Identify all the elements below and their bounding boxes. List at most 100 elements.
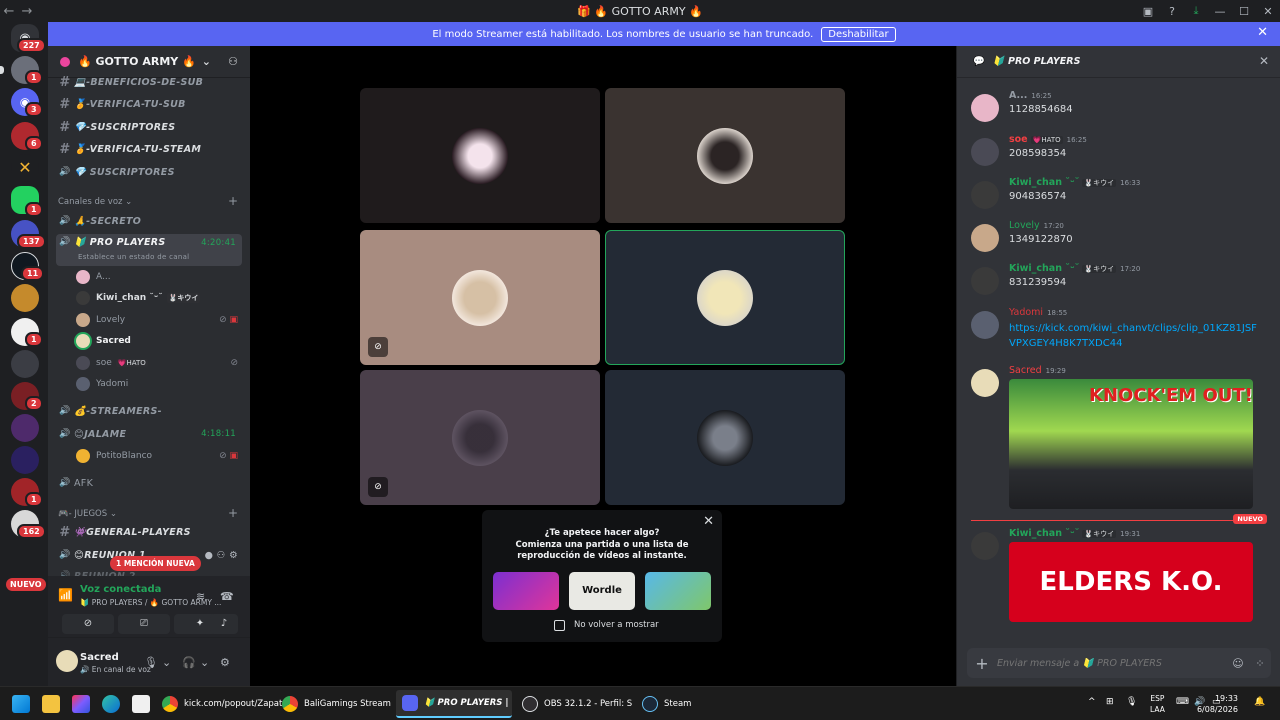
- dont-show-label[interactable]: No volver a mostrar: [574, 620, 659, 630]
- channel-actions[interactable]: ● ⚇ ⚙: [205, 550, 238, 561]
- participant-tile[interactable]: [605, 370, 845, 505]
- message-input[interactable]: [997, 657, 1227, 669]
- soundboard-button[interactable]: ♪: [210, 614, 238, 634]
- edge-icon[interactable]: [102, 695, 120, 713]
- voice-status[interactable]: Voz conectada: [80, 584, 161, 595]
- camera-button[interactable]: ⊘: [62, 614, 114, 634]
- dont-show-checkbox[interactable]: [554, 620, 565, 631]
- add-member-icon[interactable]: ⚇: [228, 55, 238, 68]
- help-icon[interactable]: ?: [1160, 5, 1184, 18]
- voice-channel-active[interactable]: 🔊 🔰 PRO PLAYERS 4:20:41 Establece un est…: [56, 234, 242, 266]
- voice-channel[interactable]: 🔊 😊JALAME 4:18:11: [56, 424, 242, 444]
- close-chat-icon[interactable]: ✕: [1259, 54, 1269, 68]
- add-channel-icon[interactable]: +: [228, 194, 238, 208]
- taskbar-app[interactable]: kick.com/popout/Zapat: [156, 690, 282, 718]
- emoji-icon[interactable]: ☺: [1227, 657, 1249, 670]
- text-channel[interactable]: # 💎-SUSCRIPTORES: [56, 117, 242, 137]
- close-window-icon[interactable]: ✕: [1256, 5, 1280, 18]
- server-icon[interactable]: [11, 284, 39, 312]
- disconnect-icon[interactable]: ☎: [220, 590, 234, 603]
- input-language[interactable]: ESP LAA: [1150, 693, 1165, 715]
- chevron-down-icon[interactable]: ⌄: [200, 656, 209, 669]
- close-icon[interactable]: ✕: [703, 514, 714, 529]
- taskbar-app[interactable]: Steam: [636, 690, 716, 718]
- voice-user[interactable]: A...: [76, 267, 242, 287]
- avatar[interactable]: [971, 369, 999, 397]
- voice-user[interactable]: PotitoBlanco ⊘ ▣: [76, 446, 242, 466]
- avatar[interactable]: [971, 94, 999, 122]
- image-attachment[interactable]: KNOCK'EM OUT!: [1009, 379, 1253, 509]
- show-hidden-icons-icon[interactable]: ^: [1088, 697, 1096, 707]
- add-channel-icon[interactable]: +: [228, 506, 238, 520]
- taskbar-app[interactable]: BaliGamings Stream - W: [276, 690, 392, 718]
- avatar[interactable]: [971, 224, 999, 252]
- channel-status-hint[interactable]: Establece un estado de canal: [78, 253, 189, 261]
- store-icon[interactable]: [132, 695, 150, 713]
- disable-streamer-button[interactable]: Deshabilitar: [821, 26, 896, 42]
- participant-tile[interactable]: ⊘: [360, 230, 600, 365]
- voice-channel[interactable]: 🔊 🙏-SECRETO: [56, 211, 242, 231]
- notifications-icon[interactable]: 🔔: [1254, 697, 1265, 707]
- avatar[interactable]: [971, 181, 999, 209]
- author[interactable]: Kiwi_chan ˘ᵕ˘ 🐰キウイ 17:20: [1009, 263, 1140, 274]
- clock[interactable]: 19:33 6/08/2026: [1197, 693, 1238, 715]
- avatar[interactable]: [971, 532, 999, 560]
- author[interactable]: Kiwi_chan ˘ᵕ˘ 🐰キウイ 16:33: [1009, 177, 1140, 188]
- new-mention-pill[interactable]: 1 MENCIÓN NUEVA: [110, 556, 201, 571]
- participant-tile[interactable]: ⊘: [360, 370, 600, 505]
- avatar[interactable]: [56, 650, 78, 672]
- voice-channel[interactable]: 🔊 💎 SUSCRIPTORES: [56, 162, 242, 182]
- voice-user[interactable]: Sacred: [76, 331, 242, 351]
- copilot-icon[interactable]: [72, 695, 90, 713]
- close-banner-icon[interactable]: ✕: [1257, 25, 1268, 40]
- noise-suppression-icon[interactable]: ≋: [196, 590, 205, 603]
- activity-card-farm[interactable]: [645, 572, 711, 610]
- network-icon[interactable]: ⌨: [1176, 697, 1189, 707]
- voice-channel[interactable]: 🔊 AFK: [56, 473, 242, 493]
- minimize-icon[interactable]: —: [1208, 5, 1232, 18]
- avatar[interactable]: [971, 267, 999, 295]
- server-icon[interactable]: [11, 350, 39, 378]
- author[interactable]: soe 💗HATO 16:25: [1009, 134, 1087, 145]
- taskbar-app[interactable]: OBS 32.1.2 - Perfil: Sin Tí: [516, 690, 632, 718]
- participant-tile[interactable]: [360, 88, 600, 223]
- activity-card-wordle[interactable]: Wordle: [569, 572, 635, 610]
- text-channel[interactable]: # 🏅-VERIFICA-TU-SUB: [56, 94, 242, 114]
- new-servers-pill[interactable]: NUEVO: [6, 578, 46, 591]
- inbox-icon[interactable]: ▣: [1136, 5, 1160, 18]
- taskbar-app-discord[interactable]: 🔰 PRO PLAYERS | 🔥: [396, 690, 512, 718]
- forward-arrow-icon[interactable]: →: [18, 4, 36, 19]
- server-icon[interactable]: [11, 414, 39, 442]
- tray-app-icon[interactable]: ⊞: [1106, 697, 1114, 707]
- chevron-down-icon[interactable]: ⌄: [162, 656, 171, 669]
- avatar[interactable]: [971, 138, 999, 166]
- maximize-icon[interactable]: ☐: [1232, 5, 1256, 18]
- voice-user[interactable]: Lovely ⊘ ▣: [76, 310, 242, 330]
- participant-tile-speaking[interactable]: [605, 230, 845, 365]
- author[interactable]: Kiwi_chan ˘ᵕ˘ 🐰キウイ 19:31: [1009, 528, 1140, 539]
- voice-user[interactable]: soe 💗HATO ⊘: [76, 353, 242, 373]
- text-channel[interactable]: # 💻-BENEFICIOS-DE-SUB: [56, 72, 242, 92]
- microphone-icon[interactable]: 🎙: [144, 656, 158, 669]
- user-name[interactable]: Sacred: [80, 652, 119, 663]
- author[interactable]: Lovely 17:20: [1009, 220, 1064, 231]
- author[interactable]: Yadomi 18:55: [1009, 307, 1067, 318]
- participant-tile[interactable]: [605, 88, 845, 223]
- server-icon[interactable]: [11, 446, 39, 474]
- file-explorer-icon[interactable]: [42, 695, 60, 713]
- start-icon[interactable]: [12, 695, 30, 713]
- add-attachment-icon[interactable]: +: [967, 654, 997, 673]
- voice-channel[interactable]: 🔊 💰-STREAMERS-: [56, 401, 242, 421]
- category-voice[interactable]: Canales de voz ⌄: [58, 197, 132, 207]
- voice-user[interactable]: Kiwi_chan ˘ᵕ˘ 🐰キウイ: [76, 288, 242, 308]
- image-attachment[interactable]: ELDERS K.O.: [1009, 542, 1253, 622]
- back-arrow-icon[interactable]: ←: [0, 4, 18, 19]
- activity-card-game[interactable]: [493, 572, 559, 610]
- category-games[interactable]: 🎮- JUEGOS ⌄: [58, 509, 117, 519]
- microphone-icon[interactable]: 🎙: [1126, 697, 1137, 707]
- author[interactable]: Sacred 19:29: [1009, 365, 1066, 376]
- apps-icon[interactable]: ⁘: [1249, 657, 1271, 670]
- download-icon[interactable]: ⤓: [1184, 4, 1208, 18]
- server-icon[interactable]: ✕: [11, 154, 39, 182]
- text-channel[interactable]: # 🏅-VERIFICA-TU-STEAM: [56, 139, 242, 159]
